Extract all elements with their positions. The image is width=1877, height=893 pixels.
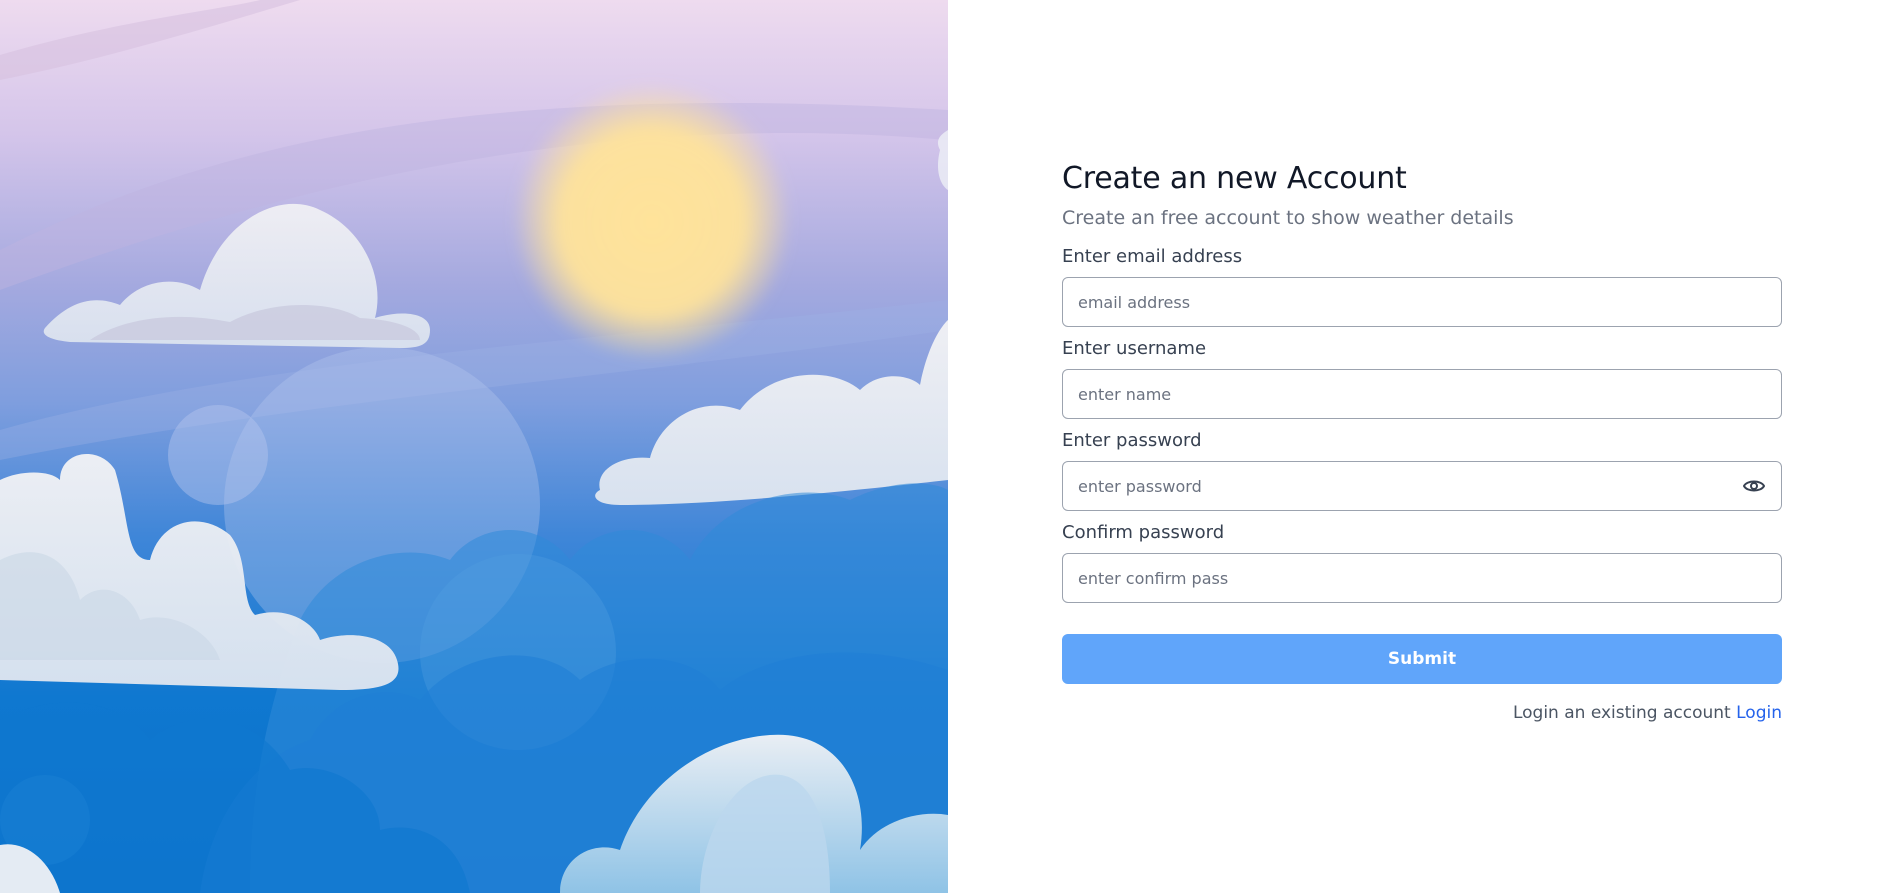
page-subtitle: Create an free account to show weather d… <box>1062 207 1514 229</box>
email-input-box <box>1062 277 1782 327</box>
submit-button[interactable]: Submit <box>1062 634 1782 684</box>
signup-form: Create an new Account Create an free acc… <box>1062 158 1782 725</box>
username-field-group: Enter username <box>1062 337 1782 419</box>
email-input[interactable] <box>1063 278 1781 326</box>
sun-icon <box>512 82 792 362</box>
login-prompt: Login an existing account <box>1512 703 1731 723</box>
login-row: Login an existing account Login <box>1062 701 1782 725</box>
confirm-password-input-box <box>1062 553 1782 603</box>
sky-illustration <box>0 0 948 893</box>
email-label: Enter email address <box>1062 246 1243 267</box>
page-title: Create an new Account <box>1062 161 1407 196</box>
eye-icon[interactable] <box>1741 473 1767 499</box>
username-input[interactable] <box>1063 370 1781 418</box>
username-input-box <box>1062 369 1782 419</box>
signup-form-panel: Create an new Account Create an free acc… <box>948 0 1877 893</box>
signup-page: Create an new Account Create an free acc… <box>0 0 1877 893</box>
password-field-group: Enter password <box>1062 429 1782 511</box>
password-input[interactable] <box>1063 462 1781 510</box>
username-label: Enter username <box>1062 338 1207 359</box>
login-link[interactable]: Login <box>1736 703 1782 723</box>
email-field-group: Enter email address <box>1062 245 1782 327</box>
confirm-password-field-group: Confirm password <box>1062 521 1782 603</box>
confirm-password-input[interactable] <box>1063 554 1781 602</box>
password-input-box <box>1062 461 1782 511</box>
confirm-password-label: Confirm password <box>1062 522 1225 543</box>
weather-illustration-panel <box>0 0 948 893</box>
password-label: Enter password <box>1062 430 1202 451</box>
